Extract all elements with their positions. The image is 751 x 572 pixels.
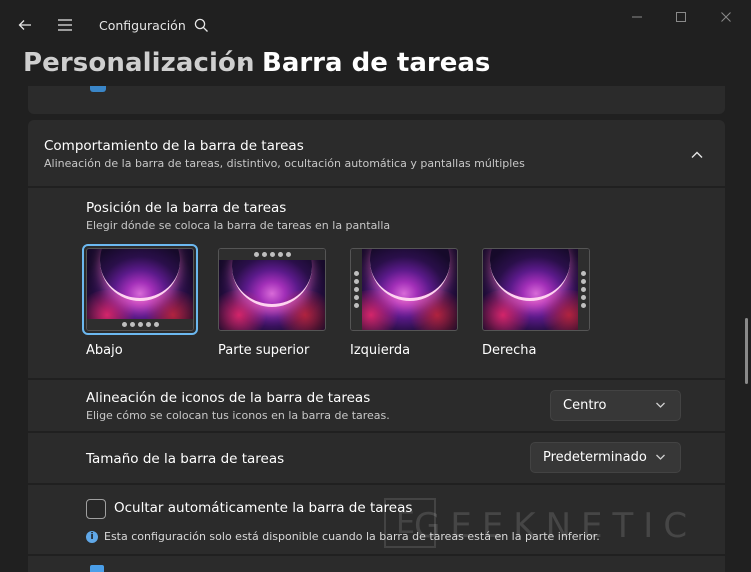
- minimize-icon: [632, 16, 642, 18]
- alignment-dropdown[interactable]: Centro: [550, 390, 681, 421]
- navigation-menu-button[interactable]: [48, 8, 82, 42]
- maximize-button[interactable]: [658, 0, 704, 34]
- chevron-down-icon: [656, 454, 665, 460]
- taskbar-preview: [351, 249, 362, 330]
- breadcrumb-parent-link[interactable]: Personalización: [23, 48, 255, 78]
- partial-icon: [90, 86, 106, 92]
- autohide-label[interactable]: Ocultar automáticamente la barra de tare…: [114, 500, 412, 516]
- back-button[interactable]: [8, 8, 42, 42]
- taskbar-position-subtitle: Elegir dónde se coloca la barra de tarea…: [86, 219, 391, 232]
- minimize-button[interactable]: [614, 0, 660, 34]
- close-icon: [721, 12, 731, 22]
- app-title: Configuración: [99, 18, 186, 33]
- alignment-title: Alineación de iconos de la barra de tare…: [86, 390, 371, 406]
- previous-section-card: [28, 86, 725, 114]
- checkbox-partial-icon: [90, 565, 104, 572]
- search-button[interactable]: [184, 8, 218, 42]
- taskbar-position-title: Posición de la barra de tareas: [86, 200, 287, 216]
- position-option-bottom[interactable]: [86, 248, 194, 331]
- position-label-bottom: Abajo: [86, 343, 123, 358]
- chevron-right-icon: [236, 56, 248, 76]
- close-button[interactable]: [703, 0, 749, 34]
- position-option-left[interactable]: [350, 248, 458, 331]
- chevron-down-icon: [656, 402, 665, 408]
- maximize-icon: [676, 12, 686, 22]
- position-label-right: Derecha: [482, 343, 537, 358]
- watermark-logo-letter: E: [396, 506, 415, 541]
- size-dropdown[interactable]: Predeterminado: [530, 442, 681, 473]
- vertical-scrollbar[interactable]: [745, 318, 748, 384]
- position-label-top: Parte superior: [218, 343, 310, 358]
- next-setting-card: [28, 556, 725, 572]
- taskbar-preview: [87, 319, 193, 330]
- taskbar-preview: [578, 249, 589, 330]
- position-option-right[interactable]: [482, 248, 590, 331]
- size-value: Predeterminado: [543, 450, 647, 465]
- page-title: Barra de tareas: [262, 48, 491, 78]
- hamburger-menu-icon: [58, 19, 72, 31]
- search-icon: [194, 18, 208, 32]
- watermark-text: GEEKNETIC: [414, 506, 698, 546]
- back-arrow-icon: [18, 20, 31, 30]
- size-title: Tamaño de la barra de tareas: [86, 451, 285, 467]
- autohide-checkbox[interactable]: [86, 499, 106, 519]
- alignment-subtitle: Elige cómo se colocan tus iconos en la b…: [86, 409, 390, 422]
- section-subtitle: Alineación de la barra de tareas, distin…: [44, 157, 525, 170]
- chevron-up-icon[interactable]: [690, 145, 704, 164]
- position-label-left: Izquierda: [350, 343, 411, 358]
- section-title: Comportamiento de la barra de tareas: [44, 138, 304, 154]
- alignment-value: Centro: [563, 398, 607, 413]
- position-option-top[interactable]: [218, 248, 326, 331]
- taskbar-preview: [219, 249, 325, 260]
- info-icon: i: [86, 531, 98, 543]
